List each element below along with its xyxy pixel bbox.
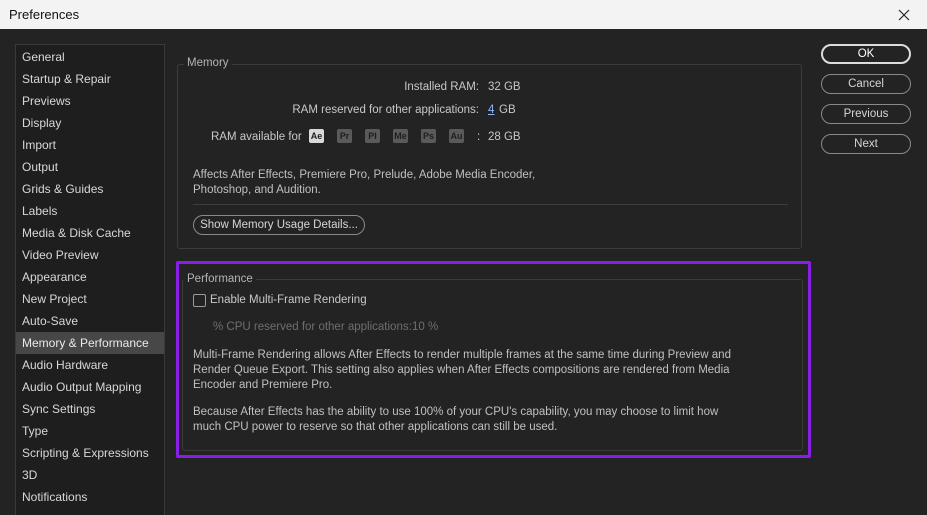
close-button[interactable] <box>881 0 927 29</box>
sidebar-item-audio-output-mapping[interactable]: Audio Output Mapping <box>16 376 164 398</box>
ram-available-separator: : <box>477 131 481 143</box>
sidebar-item-labels[interactable]: Labels <box>16 200 164 222</box>
media-encoder-app-icon: Me <box>393 129 408 143</box>
sidebar-item-appearance[interactable]: Appearance <box>16 266 164 288</box>
ram-reserved-value[interactable]: 4 <box>488 104 494 116</box>
premiere-pro-app-icon: Pr <box>337 129 352 143</box>
sidebar-item-audio-hardware[interactable]: Audio Hardware <box>16 354 164 376</box>
ram-available-value: 28 GB <box>488 131 521 143</box>
show-memory-usage-details-button[interactable]: Show Memory Usage Details... <box>193 215 365 235</box>
sidebar-item-grids-guides[interactable]: Grids & Guides <box>16 178 164 200</box>
next-button[interactable]: Next <box>821 134 911 154</box>
sidebar-item-general[interactable]: General <box>16 46 164 68</box>
sidebar-item-output[interactable]: Output <box>16 156 164 178</box>
title-bar: Preferences <box>0 0 927 29</box>
sidebar-item-auto-save[interactable]: Auto-Save <box>16 310 164 332</box>
mfr-description-line-3: Encoder and Premiere Pro. <box>193 379 333 391</box>
sidebar-item-new-project[interactable]: New Project <box>16 288 164 310</box>
ram-reserved-unit: GB <box>499 104 516 116</box>
sidebar-item-scripting-expressions[interactable]: Scripting & Expressions <box>16 442 164 464</box>
audition-app-icon: Au <box>449 129 464 143</box>
mfr-description-line-1: Multi-Frame Rendering allows After Effec… <box>193 349 731 361</box>
mfr-description-line-2: Render Queue Export. This setting also a… <box>193 364 730 376</box>
sidebar-item-startup-repair[interactable]: Startup & Repair <box>16 68 164 90</box>
sidebar-item-notifications[interactable]: Notifications <box>16 486 164 508</box>
sidebar-item-import[interactable]: Import <box>16 134 164 156</box>
installed-ram-value: 32 GB <box>488 81 521 93</box>
after-effects-app-icon: Ae <box>309 129 324 143</box>
ram-available-label: RAM available for <box>211 131 302 143</box>
cpu-description-line-2: much CPU power to reserve so that other … <box>193 421 558 433</box>
multi-frame-rendering-checkbox[interactable] <box>193 294 206 307</box>
memory-divider <box>193 204 788 205</box>
previous-button[interactable]: Previous <box>821 104 911 124</box>
prelude-app-icon: Pl <box>365 129 380 143</box>
sidebar-item-display[interactable]: Display <box>16 112 164 134</box>
ok-button[interactable]: OK <box>821 44 911 64</box>
memory-note-line-1: Affects After Effects, Premiere Pro, Pre… <box>193 169 536 181</box>
sidebar-item-media-disk-cache[interactable]: Media & Disk Cache <box>16 222 164 244</box>
memory-note-line-2: Photoshop, and Audition. <box>193 184 321 196</box>
cpu-reserved-value: 10 % <box>412 321 439 333</box>
sidebar-item-previews[interactable]: Previews <box>16 90 164 112</box>
window-title: Preferences <box>9 7 80 22</box>
close-icon <box>898 9 910 20</box>
photoshop-app-icon: Ps <box>421 129 436 143</box>
ram-reserved-label: RAM reserved for other applications: <box>292 104 479 116</box>
cancel-button[interactable]: Cancel <box>821 74 911 94</box>
sidebar-item-3d[interactable]: 3D <box>16 464 164 486</box>
preferences-category-list[interactable]: General Startup & Repair Previews Displa… <box>15 44 165 515</box>
performance-group-title: Performance <box>184 273 256 285</box>
memory-group-title: Memory <box>184 57 232 69</box>
sidebar-item-memory-performance[interactable]: Memory & Performance <box>16 332 164 354</box>
cpu-description-line-1: Because After Effects has the ability to… <box>193 406 719 418</box>
sidebar-item-sync-settings[interactable]: Sync Settings <box>16 398 164 420</box>
multi-frame-rendering-label[interactable]: Enable Multi-Frame Rendering <box>210 294 367 306</box>
sidebar-item-type[interactable]: Type <box>16 420 164 442</box>
cpu-reserved-label: % CPU reserved for other applications: <box>213 321 412 333</box>
installed-ram-label: Installed RAM: <box>404 81 479 93</box>
sidebar-item-video-preview[interactable]: Video Preview <box>16 244 164 266</box>
